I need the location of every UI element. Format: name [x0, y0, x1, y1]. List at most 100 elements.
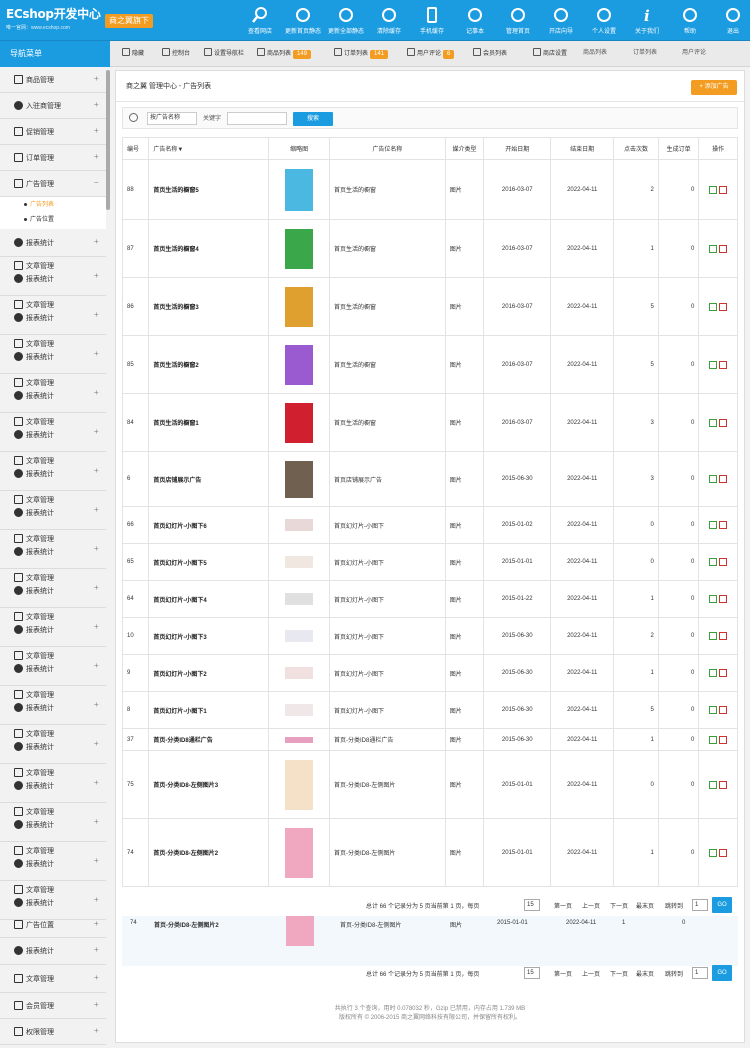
- expand-icon[interactable]: +: [94, 427, 99, 436]
- sidebar-item[interactable]: 订单管理: [14, 153, 54, 163]
- column-header[interactable]: 缩略图: [268, 137, 331, 160]
- edit-icon[interactable]: [709, 360, 718, 369]
- column-header[interactable]: 广告名称▼: [148, 137, 270, 160]
- sidebar-item[interactable]: 文章管理: [14, 807, 54, 817]
- table-row[interactable]: 10 首页幻灯片-小图下3 首页幻灯片-小图下 图片 2015-06-30 2022-04…: [121, 617, 738, 655]
- sidebar-item[interactable]: 文章管理: [14, 300, 54, 310]
- expand-icon[interactable]: +: [94, 817, 99, 826]
- table-row[interactable]: 84 首页生活的橱窗1 首页生活的橱窗 图片 2016-03-07 2022-04-11 3…: [121, 393, 738, 452]
- table-row[interactable]: 87 首页生活的橱窗4 首页生活的橱窗 图片 2016-03-07 2022-04-11 1…: [121, 219, 738, 278]
- pager-next[interactable]: 下一页: [610, 901, 628, 910]
- ad-thumbnail[interactable]: [285, 402, 314, 443]
- sidebar-item[interactable]: 文章管理: [14, 651, 54, 661]
- expand-icon[interactable]: +: [94, 583, 99, 592]
- per-page-input[interactable]: 15: [524, 899, 540, 911]
- ad-thumbnail[interactable]: [285, 630, 314, 642]
- sidebar-group[interactable]: 文章管理报表统计 +: [0, 647, 106, 686]
- sidebar-item[interactable]: 广告管理: [14, 179, 54, 189]
- sidebar-item[interactable]: 报表统计: [14, 859, 54, 869]
- expand-icon[interactable]: +: [94, 895, 99, 904]
- pager-first[interactable]: 第一页: [554, 969, 572, 978]
- topnav-wrench-6[interactable]: 管理首页: [496, 0, 540, 41]
- edit-icon[interactable]: [709, 475, 718, 483]
- sidebar-item[interactable]: 报表统计: [14, 238, 54, 248]
- sidebar-group[interactable]: 文章管理 报表统计 +: [0, 491, 106, 530]
- sidebar-group[interactable]: 文章管理 报表统计 +: [0, 374, 106, 413]
- ad-thumbnail[interactable]: [285, 460, 314, 498]
- search-button[interactable]: 搜索: [293, 112, 333, 126]
- sidebar-group[interactable]: 文章管理 报表统计 +: [0, 842, 106, 881]
- delete-icon[interactable]: [719, 735, 728, 744]
- per-page-input[interactable]: 15: [524, 967, 540, 979]
- topnav-refresh-1[interactable]: 更新首页静态: [281, 0, 325, 41]
- delete-icon[interactable]: [719, 185, 728, 194]
- expand-icon[interactable]: +: [94, 152, 99, 161]
- table-row[interactable]: 9 首页幻灯片-小图下2 首页幻灯片-小图下 图片 2015-06-30 2022-04-…: [121, 654, 738, 692]
- expand-icon[interactable]: +: [94, 739, 99, 748]
- quicknav-item[interactable]: 设置导航栏: [204, 46, 244, 62]
- sidebar-item[interactable]: 报表统计: [14, 469, 54, 479]
- table-row[interactable]: 66 首页幻灯片-小图下6 首页幻灯片-小图下 图片 2015-01-02 2022-04…: [121, 506, 738, 544]
- sidebar-item[interactable]: 文章管理: [14, 729, 54, 739]
- recent-tab[interactable]: 商品列表: [583, 47, 607, 56]
- delete-icon[interactable]: [719, 521, 728, 529]
- expand-icon[interactable]: +: [94, 388, 99, 397]
- sidebar-item[interactable]: 报表统计: [14, 430, 54, 440]
- column-header[interactable]: 生成订单: [657, 137, 700, 160]
- sidebar-item[interactable]: 报表统计: [14, 508, 54, 518]
- expand-icon[interactable]: +: [94, 1000, 99, 1009]
- edit-icon[interactable]: [709, 735, 718, 744]
- topnav-gear-8[interactable]: 个人设置: [582, 0, 626, 41]
- column-header[interactable]: 点击次数: [613, 137, 659, 160]
- sidebar-item[interactable]: 报表统计: [14, 274, 54, 284]
- quicknav-item[interactable]: 商品列表 149: [257, 46, 312, 62]
- delete-icon[interactable]: [719, 669, 728, 677]
- sidebar-item[interactable]: 报表统计: [14, 820, 54, 830]
- sidebar-group[interactable]: 权限管理 +: [0, 1019, 106, 1045]
- ad-thumbnail[interactable]: [285, 344, 314, 385]
- sidebar-group[interactable]: 会员管理 +: [0, 993, 106, 1019]
- ad-thumbnail[interactable]: [285, 519, 314, 531]
- sidebar-group[interactable]: 文章管理 报表统计 +: [0, 608, 106, 647]
- sidebar-group[interactable]: 文章管理 报表统计 +: [0, 296, 106, 335]
- delete-icon[interactable]: [719, 244, 728, 253]
- expand-icon[interactable]: +: [94, 349, 99, 358]
- table-row[interactable]: 85 首页生活的橱窗2 首页生活的橱窗 图片 2016-03-07 2022-04-11 5…: [121, 335, 738, 394]
- ad-thumbnail[interactable]: [285, 168, 314, 211]
- expand-icon[interactable]: +: [94, 973, 99, 982]
- page-jump-input[interactable]: 1: [692, 899, 708, 911]
- go-button[interactable]: GO: [712, 897, 732, 913]
- sidebar-item[interactable]: 文章管理: [14, 612, 54, 622]
- sidebar-item[interactable]: 文章管理: [14, 690, 54, 700]
- sidebar-item[interactable]: 文章管理: [14, 495, 54, 505]
- pager-prev[interactable]: 上一页: [582, 901, 600, 910]
- edit-icon[interactable]: [709, 185, 718, 194]
- table-row[interactable]: 8 首页幻灯片-小图下1 首页幻灯片-小图下 图片 2015-06-30 2022-04-…: [121, 691, 738, 729]
- keyword-input[interactable]: [227, 112, 287, 125]
- expand-icon[interactable]: +: [94, 74, 99, 83]
- sidebar-item[interactable]: 文章管理: [14, 974, 54, 984]
- sidebar-group[interactable]: 广告管理 −: [0, 171, 106, 197]
- pager-last[interactable]: 最末页: [636, 969, 654, 978]
- edit-icon[interactable]: [709, 558, 718, 566]
- expand-icon[interactable]: +: [94, 856, 99, 865]
- pager-last[interactable]: 最末页: [636, 901, 654, 910]
- expand-icon[interactable]: +: [94, 622, 99, 631]
- delete-icon[interactable]: [719, 558, 728, 566]
- table-row[interactable]: 75 首页-分类ID8-左侧图片3 首页-分类ID8-左侧图片 图片 2015-01-0…: [121, 750, 738, 819]
- expand-icon[interactable]: +: [94, 661, 99, 670]
- edit-icon[interactable]: [709, 595, 718, 603]
- quicknav-item[interactable]: 商店设置: [533, 46, 567, 62]
- ad-thumbnail[interactable]: [285, 593, 314, 605]
- topnav-help-10[interactable]: 帮助: [668, 0, 712, 41]
- sidebar-item[interactable]: 报表统计: [14, 664, 54, 674]
- sidebar-group[interactable]: 文章管理报表统计 +: [0, 803, 106, 842]
- column-header[interactable]: 开始日期: [483, 137, 552, 160]
- add-ad-button[interactable]: + 添加广告: [691, 80, 737, 95]
- ad-thumbnail[interactable]: [285, 556, 314, 568]
- page-jump-input[interactable]: 1: [692, 967, 708, 979]
- edit-icon[interactable]: [709, 780, 718, 789]
- ad-thumbnail[interactable]: [285, 827, 314, 878]
- ad-thumbnail[interactable]: [286, 916, 314, 946]
- search-field-select[interactable]: 按广告名称: [147, 112, 197, 125]
